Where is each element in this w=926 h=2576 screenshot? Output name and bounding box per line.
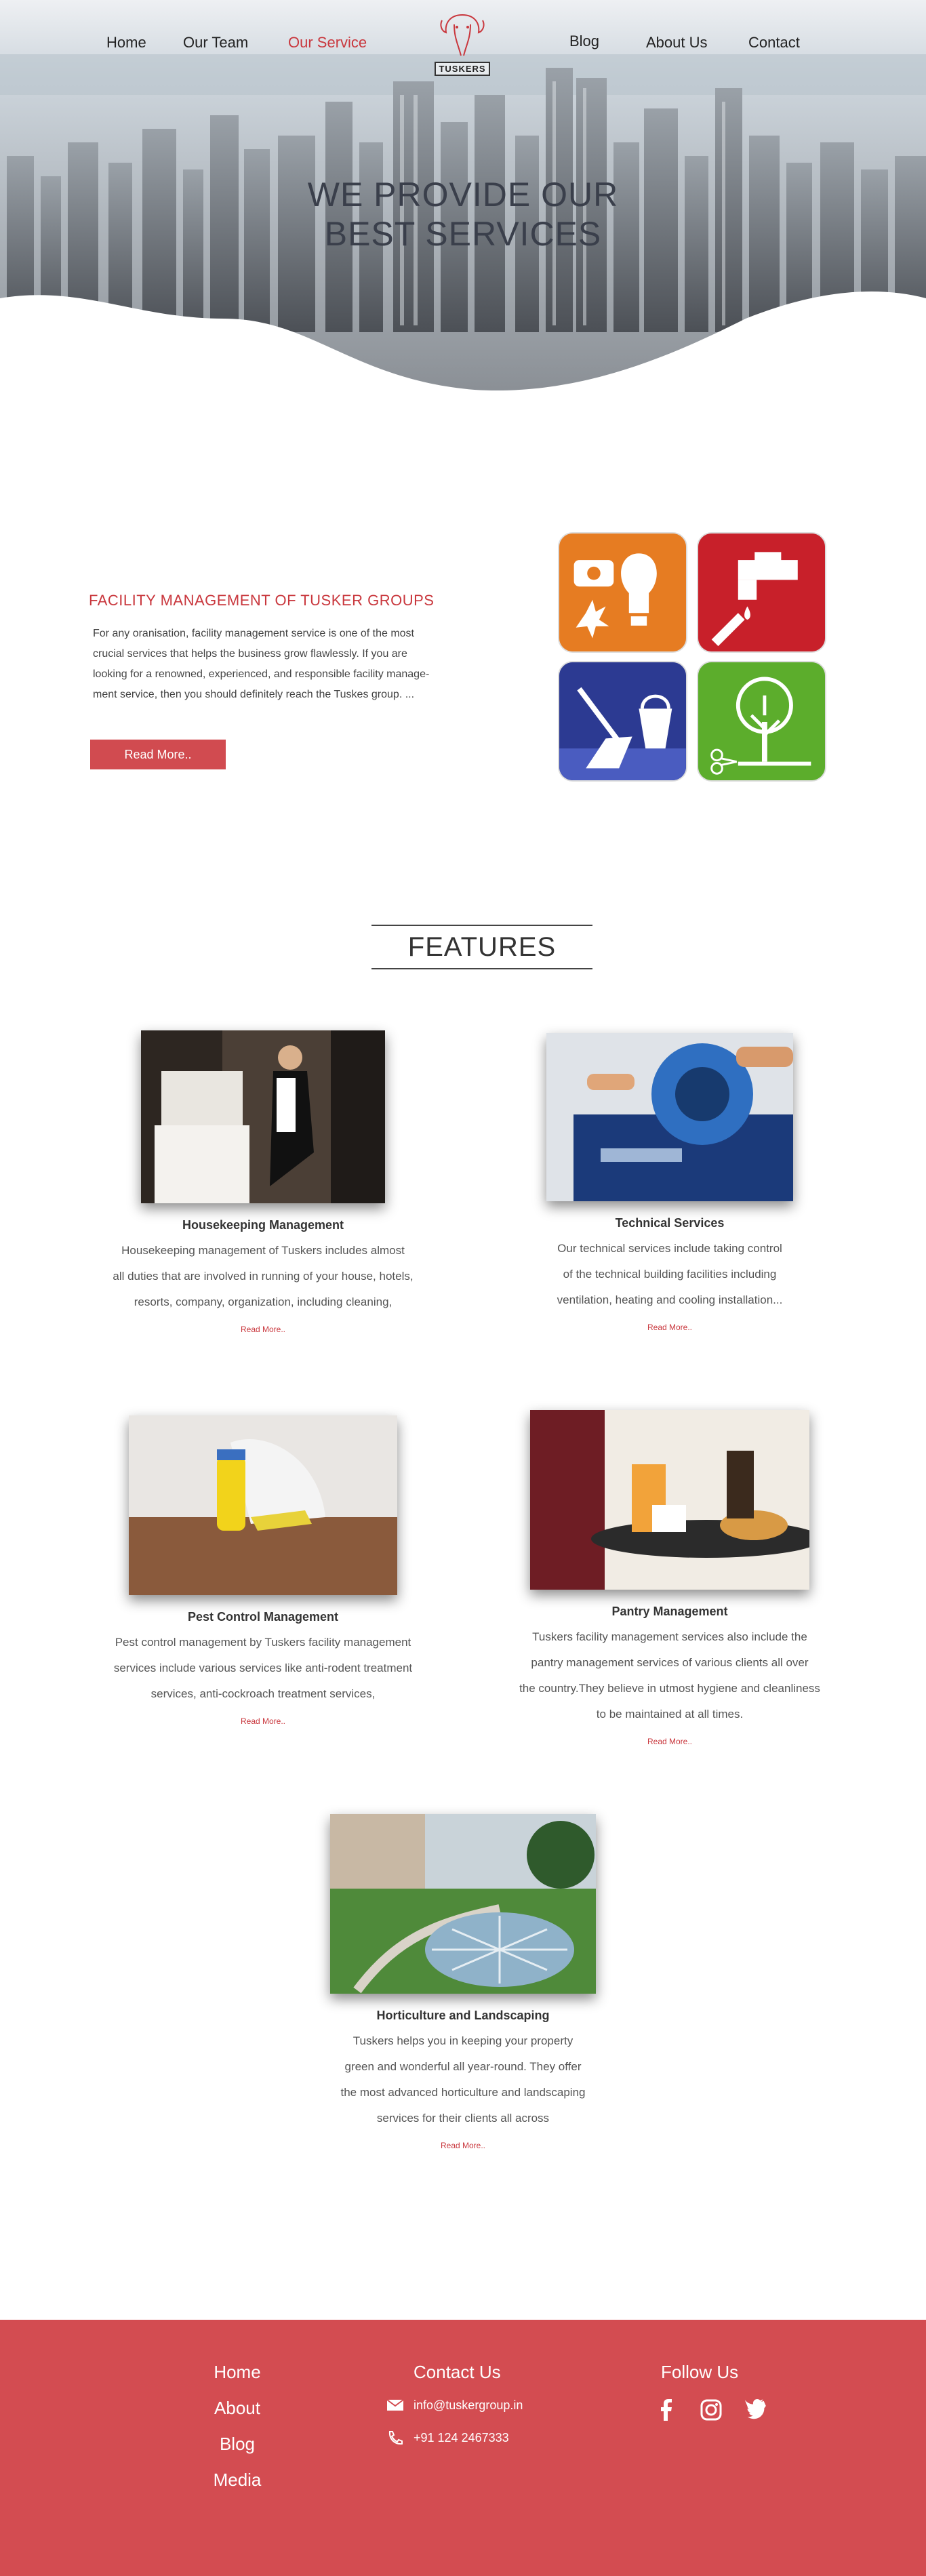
contact-email-row[interactable]: info@tuskergroup.in [386,2398,576,2413]
feature-line: services, anti-cockroach treatment servi… [150,1687,376,1700]
social-links [654,2398,790,2422]
feature-card-pantry: Pantry Management Tuskers facility manag… [494,1410,846,1748]
feature-description: Housekeeping management of Tuskers inclu… [87,1238,439,1315]
feature-line: all duties that are involved in running … [113,1270,414,1283]
facebook-icon[interactable] [654,2398,679,2422]
footer: Home About Blog Media Contact Us info@tu… [0,2320,926,2576]
hero-section: Home Our Team Our Service Blog About Us … [0,0,926,393]
feature-line: services for their clients all across [376,2112,550,2125]
mail-icon [386,2399,404,2411]
housekeeping-photo [141,1030,385,1203]
elephant-logo-icon [440,14,485,56]
twitter-icon[interactable] [744,2398,768,2422]
tree-scissors-icon [698,662,825,780]
feature-title: Technical Services [615,1216,725,1230]
feature-line: to be maintained at all times. [596,1708,744,1720]
feature-line: Pest control management by Tuskers facil… [115,1636,411,1649]
contact-title: Contact Us [414,2362,501,2382]
nav-our-service[interactable]: Our Service [288,34,367,52]
feature-read-more-link[interactable]: Read More.. [647,1323,692,1332]
footer-link-media[interactable]: Media [197,2470,278,2491]
horticulture-photo [330,1814,596,1994]
feature-line: ventilation, heating and cooling install… [557,1293,783,1306]
feature-line: the country.They believe in utmost hygie… [519,1682,820,1695]
feature-card-horticulture: Horticulture and Landscaping Tuskers hel… [287,1814,639,2152]
instagram-icon[interactable] [699,2398,723,2422]
feature-line: the most advanced horticulture and lands… [340,2086,586,2099]
features-title: FEATURES [407,932,557,962]
feature-line: of the technical building facilities inc… [563,1268,777,1281]
feature-line: services include various services like a… [113,1662,413,1674]
footer-link-blog[interactable]: Blog [197,2434,278,2455]
feature-title: Housekeeping Management [182,1218,344,1232]
footer-link-home[interactable]: Home [197,2362,278,2383]
feature-card-pest-control: Pest Control Management Pest control man… [87,1415,439,1727]
footer-contact: Contact Us info@tuskergroup.in +91 124 2… [386,2362,576,2463]
plumbing-service-tile [697,532,826,653]
feature-description: Tuskers facility management services als… [494,1624,846,1727]
feature-description: Our technical services include taking co… [494,1236,846,1313]
phone-bulb-icon [559,534,686,651]
faucet-wrench-icon [698,534,825,651]
cleaning-service-tile [558,661,687,782]
nav-about-us[interactable]: About Us [646,34,708,52]
intro-heading: FACILITY MANAGEMENT OF TUSKER GROUPS [89,592,435,609]
logo-text: TUSKERS [435,62,490,76]
intro-line: crucial services that helps the business… [93,648,407,660]
nav-our-team[interactable]: Our Team [183,34,248,52]
footer-link-about[interactable]: About [197,2398,278,2419]
nav-home[interactable]: Home [106,34,146,52]
footer-links: Home About Blog Media [197,2362,278,2505]
intro-paragraph: For any oranisation, facility management… [93,624,459,705]
electrical-service-tile [558,532,687,653]
feature-read-more-link[interactable]: Read More.. [241,1325,285,1334]
contact-phone[interactable]: +91 124 2467333 [414,2431,509,2445]
hero-title-line-2: BEST SERVICES [324,215,602,253]
feature-description: Tuskers helps you in keeping your proper… [287,2028,639,2131]
follow-title: Follow Us [661,2362,739,2382]
feature-read-more-link[interactable]: Read More.. [647,1737,692,1746]
gardening-service-tile [697,661,826,782]
feature-line: Housekeeping management of Tuskers inclu… [121,1244,405,1257]
features-heading-box: FEATURES [371,925,592,969]
feature-description: Pest control management by Tuskers facil… [87,1630,439,1707]
phone-icon [388,2431,403,2445]
technical-photo [546,1033,793,1201]
intro-line: looking for a renowned, experienced, and… [93,668,430,680]
service-icons-grid [558,532,826,782]
contact-phone-row[interactable]: +91 124 2467333 [386,2430,576,2445]
feature-line: Tuskers facility management services als… [532,1630,807,1643]
footer-social: Follow Us [654,2362,790,2422]
feature-line: Tuskers helps you in keeping your proper… [353,2034,573,2047]
broom-bucket-icon [559,662,686,780]
hero-title: WE PROVIDE OUR BEST SERVICES [260,175,666,254]
pest-control-photo [129,1415,397,1595]
feature-line: Our technical services include taking co… [557,1242,782,1255]
feature-line: pantry management services of various cl… [531,1656,809,1669]
feature-title: Pantry Management [611,1605,728,1618]
feature-read-more-link[interactable]: Read More.. [241,1716,285,1726]
feature-title: Pest Control Management [187,1610,339,1624]
feature-card-housekeeping: Housekeeping Management Housekeeping man… [87,1030,439,1335]
feature-line: green and wonderful all year-round. They… [344,2060,582,2073]
tuskers-logo[interactable]: TUSKERS [432,11,493,76]
feature-title: Horticulture and Landscaping [376,2009,550,2022]
hero-title-line-1: WE PROVIDE OUR [307,176,619,214]
intro-line: For any oranisation, facility management… [93,628,414,639]
feature-read-more-link[interactable]: Read More.. [441,2141,485,2150]
feature-line: resorts, company, organization, includin… [134,1295,392,1308]
pantry-photo [530,1410,809,1590]
feature-card-technical: Technical Services Our technical service… [494,1033,846,1333]
nav-blog[interactable]: Blog [569,33,599,50]
contact-email[interactable]: info@tuskergroup.in [414,2398,523,2413]
read-more-button[interactable]: Read More.. [90,740,226,769]
nav-contact[interactable]: Contact [748,34,800,52]
intro-line: ment service, then you should definitely… [93,689,415,700]
